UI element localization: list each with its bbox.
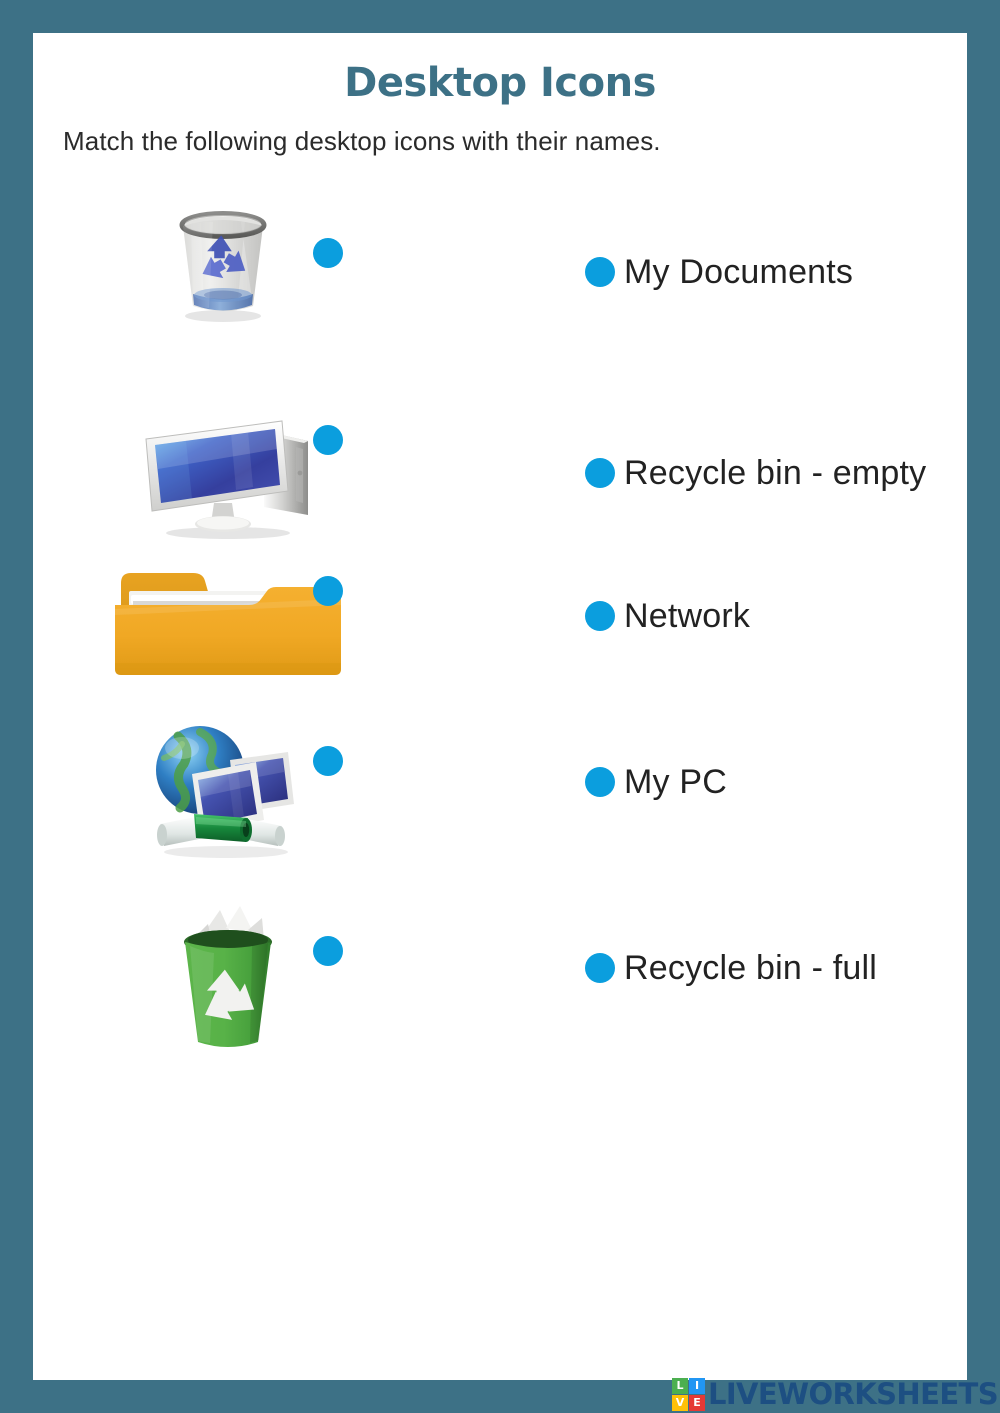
logo-wordmark: LIVEWORKSHEETS bbox=[707, 1376, 999, 1411]
connector-dot-left-5[interactable] bbox=[313, 936, 343, 966]
worksheet-page: Desktop Icons Match the following deskto… bbox=[33, 33, 967, 1380]
answer-label-4: My PC bbox=[624, 763, 727, 801]
icon-slot-1 bbox=[152, 193, 292, 333]
connector-dot-right-4[interactable] bbox=[585, 767, 615, 797]
answer-option-1[interactable]: My Documents bbox=[585, 255, 853, 289]
connector-dot-left-2[interactable] bbox=[313, 425, 343, 455]
answer-option-2[interactable]: Recycle bin - empty bbox=[585, 456, 926, 490]
recycle-bin-empty-icon bbox=[179, 211, 267, 322]
logo-tile-e: E bbox=[688, 1394, 705, 1411]
answer-label-2: Recycle bin - empty bbox=[624, 454, 927, 492]
logo-tiles: L I V E bbox=[671, 1377, 705, 1411]
connector-dot-right-3[interactable] bbox=[585, 601, 615, 631]
answer-label-1: My Documents bbox=[624, 253, 854, 291]
connector-dot-right-5[interactable] bbox=[585, 953, 615, 983]
connector-dot-right-2[interactable] bbox=[585, 458, 615, 488]
liveworksheets-logo: L I V E LIVEWORKSHEETS bbox=[671, 1376, 999, 1411]
logo-tile-v: V bbox=[671, 1394, 688, 1411]
connector-dot-left-3[interactable] bbox=[313, 576, 343, 606]
icon-slot-2 bbox=[133, 408, 323, 543]
logo-tile-l: L bbox=[671, 1377, 688, 1394]
folder-icon bbox=[115, 572, 341, 675]
connector-dot-left-4[interactable] bbox=[313, 746, 343, 776]
logo-tile-i: I bbox=[688, 1377, 705, 1394]
connector-dot-left-1[interactable] bbox=[313, 238, 343, 268]
connector-dot-right-1[interactable] bbox=[585, 257, 615, 287]
computer-monitor-icon bbox=[144, 419, 308, 539]
answer-option-3[interactable]: Network bbox=[585, 599, 750, 633]
matching-exercise: My Documents Recycle bin - empty Network… bbox=[33, 33, 967, 1380]
icon-slot-5 bbox=[153, 898, 303, 1058]
worksheet-frame: Desktop Icons Match the following deskto… bbox=[0, 0, 1000, 1413]
icon-slot-3 bbox=[105, 561, 345, 686]
answer-option-4[interactable]: My PC bbox=[585, 765, 727, 799]
icon-slot-4 bbox=[136, 716, 311, 861]
answer-option-5[interactable]: Recycle bin - full bbox=[585, 951, 877, 985]
recycle-bin-full-icon bbox=[184, 906, 272, 1047]
network-globe-icon bbox=[155, 725, 294, 858]
answer-label-5: Recycle bin - full bbox=[624, 949, 878, 987]
answer-label-3: Network bbox=[624, 597, 751, 635]
